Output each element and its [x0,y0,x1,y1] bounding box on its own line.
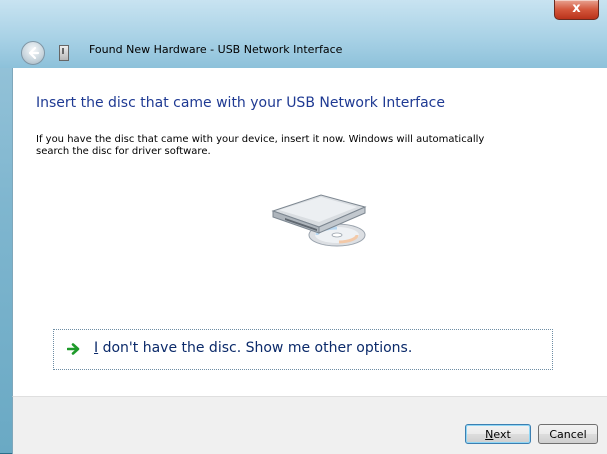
optical-drive-icon [271,194,367,247]
next-button[interactable]: Next [465,424,531,444]
cancel-button[interactable]: Cancel [538,424,598,444]
title-bar: x Found New Hardware - USB Network Inter… [0,0,607,68]
hardware-device-icon [59,45,69,61]
option-text: don't have the disc. Show me other optio… [98,340,413,356]
content-panel: Insert the disc that came with your USB … [12,68,607,396]
back-arrow-icon [28,46,40,60]
button-bar: Next Cancel [12,396,607,454]
no-disc-option[interactable]: I don't have the disc. Show me other opt… [53,329,553,370]
back-button[interactable] [21,41,45,65]
wizard-window: x Found New Hardware - USB Network Inter… [0,0,607,454]
close-button[interactable]: x [554,0,599,20]
instructions-text: If you have the disc that came with your… [36,134,485,157]
window-title: Found New Hardware - USB Network Interfa… [89,43,343,56]
page-heading: Insert the disc that came with your USB … [36,95,445,111]
green-arrow-icon [67,343,80,355]
no-disc-option-label: I don't have the disc. Show me other opt… [94,340,412,356]
next-label: ext [493,428,511,441]
